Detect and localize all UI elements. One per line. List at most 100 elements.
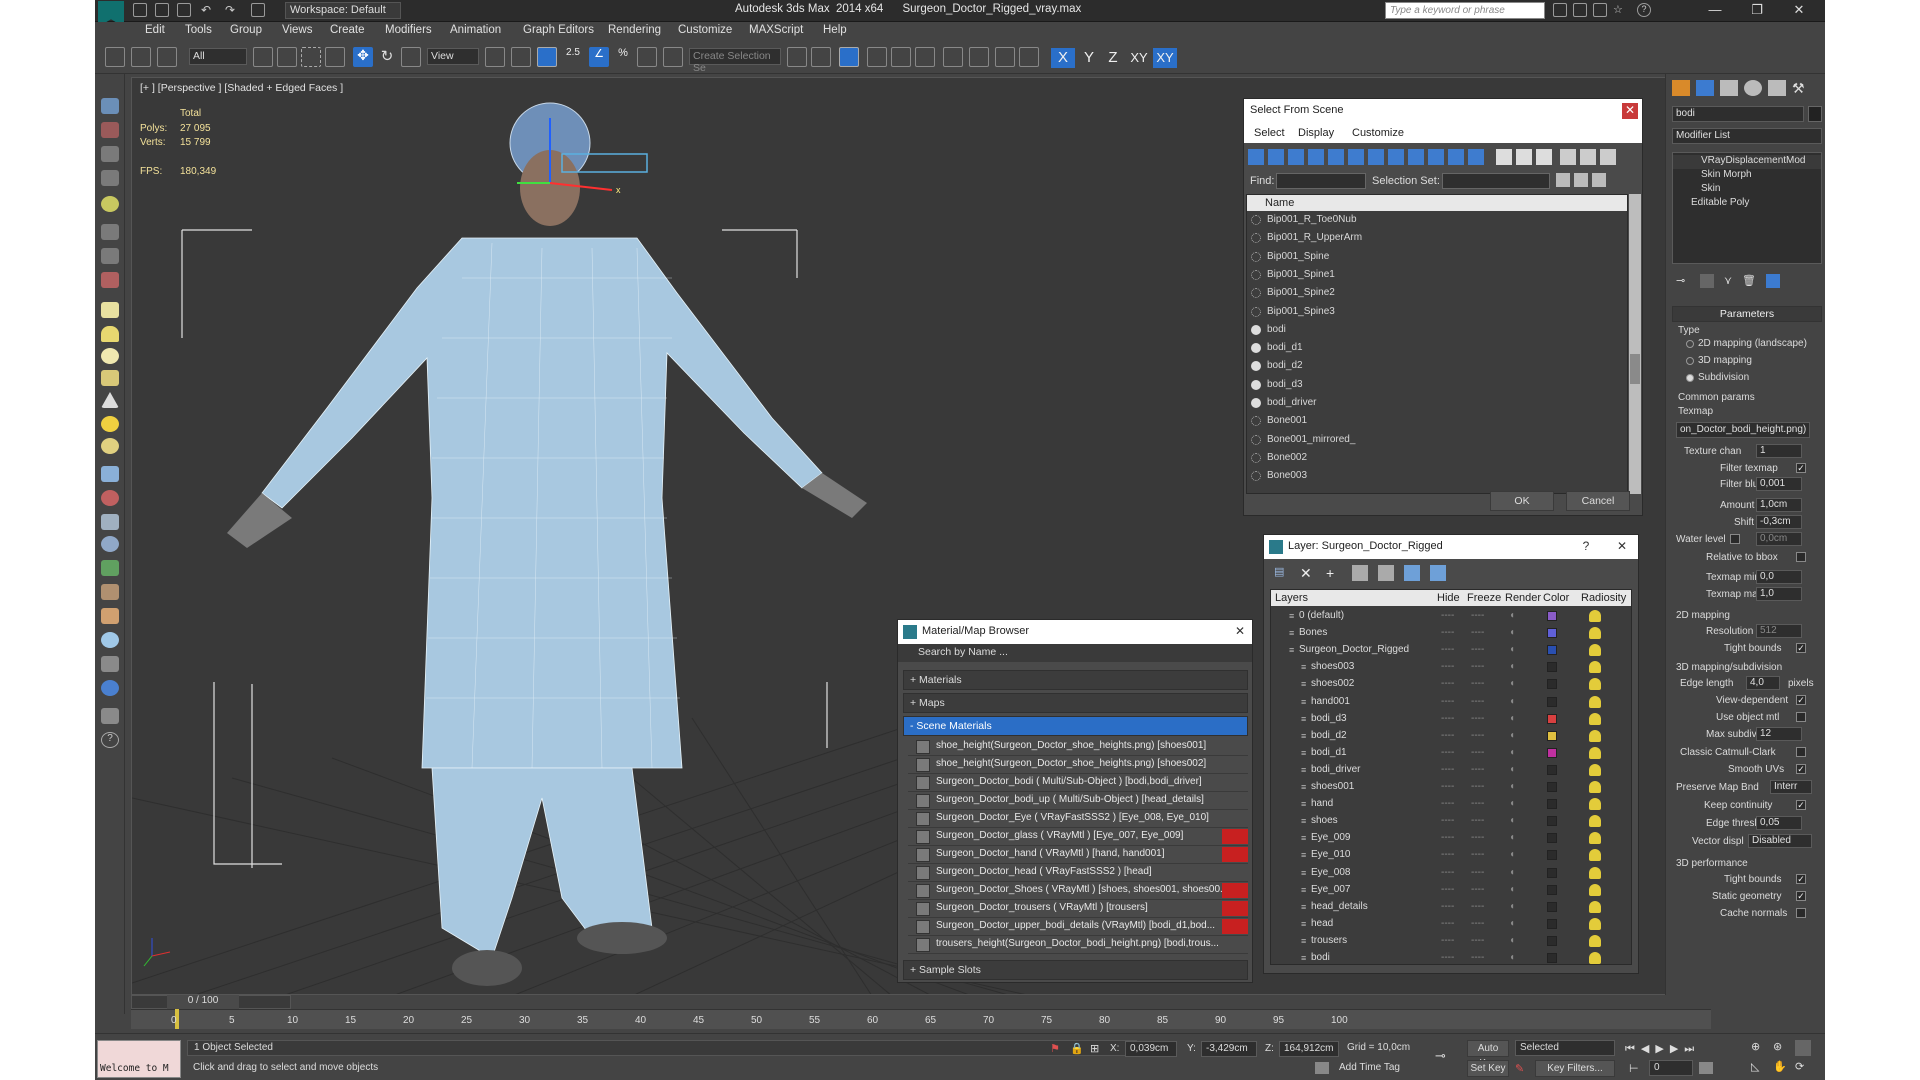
selection-filter-dropdown[interactable]: All xyxy=(189,48,247,65)
layer-color-swatch[interactable] xyxy=(1547,730,1557,741)
tight-bounds-2d-checkbox[interactable]: ✓ xyxy=(1796,643,1806,653)
hide-toggle[interactable]: ---- xyxy=(1441,696,1454,707)
helper-icon[interactable] xyxy=(101,490,119,506)
x-coordinate-field[interactable]: 0,039cm xyxy=(1125,1041,1177,1057)
scene-material-row[interactable]: Surgeon_Doctor_trousers ( VRayMtl ) [tro… xyxy=(908,900,1248,918)
freeze-toggle[interactable]: ---- xyxy=(1471,918,1484,929)
window-crossing-icon[interactable] xyxy=(325,47,345,67)
list-scrollbar[interactable] xyxy=(1629,194,1641,494)
display-bones-icon[interactable] xyxy=(1408,149,1424,165)
menu-help[interactable]: Help xyxy=(823,24,847,36)
radiosity-icon[interactable] xyxy=(1589,849,1601,862)
render-toggle[interactable]: ◖ xyxy=(1509,935,1515,946)
blue-sphere-icon[interactable] xyxy=(101,632,119,648)
scene-object-row[interactable]: Bip001_Spine xyxy=(1247,249,1627,267)
pyramid-icon[interactable] xyxy=(101,514,119,530)
lock-selection-icon[interactable]: 🔒 xyxy=(1070,1042,1084,1055)
freeze-toggle[interactable]: ---- xyxy=(1471,952,1484,963)
radiosity-icon[interactable] xyxy=(1589,781,1601,793)
sphere-icon[interactable] xyxy=(101,348,119,364)
close-window-button[interactable]: ✕ xyxy=(1779,0,1819,20)
render-toggle[interactable]: ◖ xyxy=(1509,764,1515,775)
tools-icon[interactable] xyxy=(101,224,119,240)
help-icon[interactable]: ? xyxy=(1637,3,1651,17)
freeze-toggle[interactable]: ---- xyxy=(1471,884,1484,895)
preserve-map-dropdown[interactable]: Interr xyxy=(1770,780,1812,794)
layer-color-swatch[interactable] xyxy=(1547,850,1557,861)
playback-controls[interactable]: ⏮◀▶▶⏭ xyxy=(1625,1042,1745,1056)
parameters-rollout[interactable]: Parameters xyxy=(1672,306,1822,322)
scene-object-row[interactable]: bodi_d1 xyxy=(1247,340,1627,358)
cone-icon[interactable] xyxy=(101,392,119,408)
hide-toggle[interactable]: ---- xyxy=(1441,849,1454,860)
percent-snap-icon[interactable]: % xyxy=(613,47,633,67)
static-geometry-checkbox[interactable]: ✓ xyxy=(1796,891,1806,901)
object-name-field[interactable]: bodi xyxy=(1672,106,1804,122)
menu-edit[interactable]: Edit xyxy=(145,24,165,36)
radio-3d-mapping[interactable] xyxy=(1686,357,1694,365)
texmap-button[interactable]: on_Doctor_bodi_height.png) xyxy=(1676,422,1810,438)
modifier-list-dropdown[interactable]: Modifier List xyxy=(1672,128,1822,144)
render-toggle[interactable]: ◖ xyxy=(1509,678,1515,689)
col-freeze[interactable]: Freeze xyxy=(1467,592,1501,604)
wrench-icon[interactable] xyxy=(101,272,119,288)
col-layers[interactable]: Layers xyxy=(1275,592,1308,604)
display-spacewarps-icon[interactable] xyxy=(1348,149,1364,165)
omni-light-icon[interactable] xyxy=(101,438,119,454)
menu-display[interactable]: Display xyxy=(1298,127,1334,139)
freeze-toggle[interactable]: ---- xyxy=(1471,764,1484,775)
orbit-icon[interactable]: ⟳ xyxy=(1795,1060,1811,1076)
viewport-icon[interactable] xyxy=(101,98,119,114)
key-filter-icon[interactable]: ✎ xyxy=(1515,1062,1529,1075)
particle-icon[interactable] xyxy=(101,466,119,482)
add-time-tag[interactable]: Add Time Tag xyxy=(1339,1062,1400,1073)
render-toggle[interactable]: ◖ xyxy=(1509,884,1515,895)
layer-row[interactable]: ≡ Bones ---- ---- ◖ xyxy=(1271,625,1631,642)
filter-blur-input[interactable]: 0,001 xyxy=(1756,477,1802,491)
redo-icon[interactable]: ↷ xyxy=(225,3,239,17)
menu-animation[interactable]: Animation xyxy=(450,24,501,36)
hide-toggle[interactable]: ---- xyxy=(1441,952,1454,963)
hide-toggle[interactable]: ---- xyxy=(1441,798,1454,809)
scene-object-row[interactable]: Bip001_R_Toe0Nub xyxy=(1247,212,1627,230)
utilities-tab-icon[interactable]: ⚒ xyxy=(1792,80,1810,96)
display-containers-icon[interactable] xyxy=(1428,149,1444,165)
hide-toggle[interactable]: ---- xyxy=(1441,815,1454,826)
display-tab-icon[interactable] xyxy=(1768,80,1786,96)
layer-row[interactable]: ≡ trousers ---- ---- ◖ xyxy=(1271,933,1631,950)
time-slider[interactable]: 0 / 100 0 5 10 15 20 25 30 35 40 45 50 55 60 65 70 75 80… xyxy=(131,995,1711,1033)
help-button[interactable]: ? xyxy=(1578,539,1594,555)
cache-normals-checkbox[interactable] xyxy=(1796,908,1806,918)
select-and-rotate-icon[interactable]: ↻ xyxy=(377,47,397,67)
layer-row[interactable]: ≡ Eye_007 ---- ---- ◖ xyxy=(1271,882,1631,899)
render-toggle[interactable]: ◖ xyxy=(1509,696,1515,707)
radiosity-icon[interactable] xyxy=(1589,832,1601,845)
render-toggle[interactable]: ◖ xyxy=(1509,849,1515,860)
render-toggle[interactable]: ◖ xyxy=(1509,713,1515,724)
sun-icon[interactable] xyxy=(101,416,119,432)
freeze-toggle[interactable]: ---- xyxy=(1471,661,1484,672)
texmap-min-input[interactable]: 0,0 xyxy=(1756,570,1802,584)
layer-row[interactable]: ≡ head_details ---- ---- ◖ xyxy=(1271,899,1631,916)
keyboard-shortcut-override-icon[interactable] xyxy=(537,47,557,67)
scroll-thumb[interactable] xyxy=(1630,354,1640,384)
menu-select[interactable]: Select xyxy=(1254,127,1285,139)
unlink-icon[interactable] xyxy=(131,47,151,67)
radiosity-icon[interactable] xyxy=(1589,900,1601,913)
ok-button[interactable]: OK xyxy=(1490,491,1554,511)
object-color-swatch[interactable] xyxy=(1808,106,1822,122)
render-toggle[interactable]: ◖ xyxy=(1509,832,1515,843)
render-toggle[interactable]: ◖ xyxy=(1509,661,1515,672)
materials-category[interactable]: + Materials xyxy=(903,670,1248,690)
layer-color-swatch[interactable] xyxy=(1547,918,1557,929)
pivot-center-icon[interactable] xyxy=(485,47,505,67)
maxscript-listener[interactable]: Welcome to M xyxy=(97,1040,181,1078)
curve-editor-icon[interactable] xyxy=(891,47,911,67)
rectangular-selection-icon[interactable] xyxy=(301,47,321,67)
radiosity-icon[interactable] xyxy=(1589,798,1601,811)
layer-color-swatch[interactable] xyxy=(1547,696,1557,707)
pan-view-icon[interactable]: ✋ xyxy=(1773,1060,1789,1076)
layer-color-swatch[interactable] xyxy=(1547,867,1557,878)
render-toggle[interactable]: ◖ xyxy=(1509,901,1515,912)
snaps-toggle-icon[interactable]: 2.5 xyxy=(563,47,583,67)
